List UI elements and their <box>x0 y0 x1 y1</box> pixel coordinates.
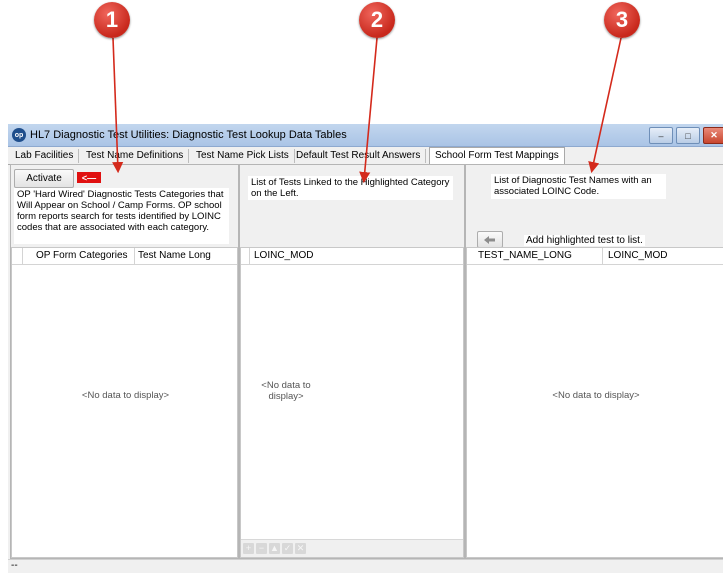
form-categories-grid: OP Form Categories Test Name Long <No da… <box>11 247 238 558</box>
grid-header: TEST_NAME_LONG LOINC_MOD <box>467 248 723 265</box>
column-header-test-name-long[interactable]: TEST_NAME_LONG <box>478 250 572 261</box>
app-icon: op <box>12 128 26 142</box>
tab-strip: Lab Facilities Test Name Definitions Tes… <box>8 147 723 165</box>
column-header-test-name-long[interactable]: Test Name Long <box>138 250 211 261</box>
add-highlighted-test-label: Add highlighted test to list. <box>524 235 645 246</box>
empty-grid-message: <No data to display> <box>552 390 640 401</box>
tab-school-form-test-mappings[interactable]: School Form Test Mappings <box>429 147 565 165</box>
empty-grid-message: <No data to display> <box>261 380 311 402</box>
minimize-button[interactable]: – <box>649 127 673 144</box>
linked-tests-grid: LOINC_MOD <No data to display> + − ▲ ✓ ✕ <box>240 247 464 558</box>
diagnostic-tests-panel: List of Diagnostic Test Names with an as… <box>465 164 723 559</box>
callout-badge-1: 1 <box>94 2 130 38</box>
activate-button[interactable]: Activate <box>14 169 74 188</box>
close-button[interactable]: ✕ <box>703 127 723 144</box>
post-record-button[interactable]: ✓ <box>282 543 293 554</box>
add-highlighted-test-button[interactable] <box>477 231 503 248</box>
red-arrow-button[interactable]: <— <box>77 172 101 183</box>
grid-navigator: + − ▲ ✓ ✕ <box>241 539 463 557</box>
diagnostic-tests-grid: TEST_NAME_LONG LOINC_MOD <No data to dis… <box>466 247 723 558</box>
title-bar: op HL7 Diagnostic Test Utilities: Diagno… <box>8 124 723 147</box>
arrow-left-icon <box>484 235 495 244</box>
categories-description: OP 'Hard Wired' Diagnostic Tests Categor… <box>14 188 229 244</box>
callout-badge-2: 2 <box>359 2 395 38</box>
column-header-op-form-categories[interactable]: OP Form Categories <box>36 250 128 261</box>
tab-default-test-result-answers[interactable]: Default Test Result Answers <box>291 149 427 163</box>
form-categories-panel: Activate <— OP 'Hard Wired' Diagnostic T… <box>10 164 239 559</box>
app-window: op HL7 Diagnostic Test Utilities: Diagno… <box>8 124 723 573</box>
column-header-loinc-mod[interactable]: LOINC_MOD <box>608 250 667 261</box>
column-header-loinc-mod[interactable]: LOINC_MOD <box>254 250 313 261</box>
maximize-button[interactable]: □ <box>676 127 700 144</box>
add-record-button[interactable]: + <box>243 543 254 554</box>
tab-lab-facilities[interactable]: Lab Facilities <box>10 149 80 163</box>
tab-test-name-definitions[interactable]: Test Name Definitions <box>81 149 190 163</box>
edit-record-button[interactable]: ▲ <box>269 543 280 554</box>
callout-badge-3: 3 <box>604 2 640 38</box>
diagnostic-tests-description: List of Diagnostic Test Names with an as… <box>491 174 666 199</box>
status-bar: -- <box>8 559 723 573</box>
cancel-record-button[interactable]: ✕ <box>295 543 306 554</box>
window-title: HL7 Diagnostic Test Utilities: Diagnosti… <box>30 129 347 141</box>
tab-test-name-pick-lists[interactable]: Test Name Pick Lists <box>191 149 295 163</box>
delete-record-button[interactable]: − <box>256 543 267 554</box>
linked-tests-description: List of Tests Linked to the Highlighted … <box>248 176 453 200</box>
grid-header: LOINC_MOD <box>241 248 463 265</box>
linked-tests-panel: List of Tests Linked to the Highlighted … <box>239 164 465 559</box>
grid-header: OP Form Categories Test Name Long <box>12 248 237 265</box>
empty-grid-message: <No data to display> <box>81 390 170 401</box>
